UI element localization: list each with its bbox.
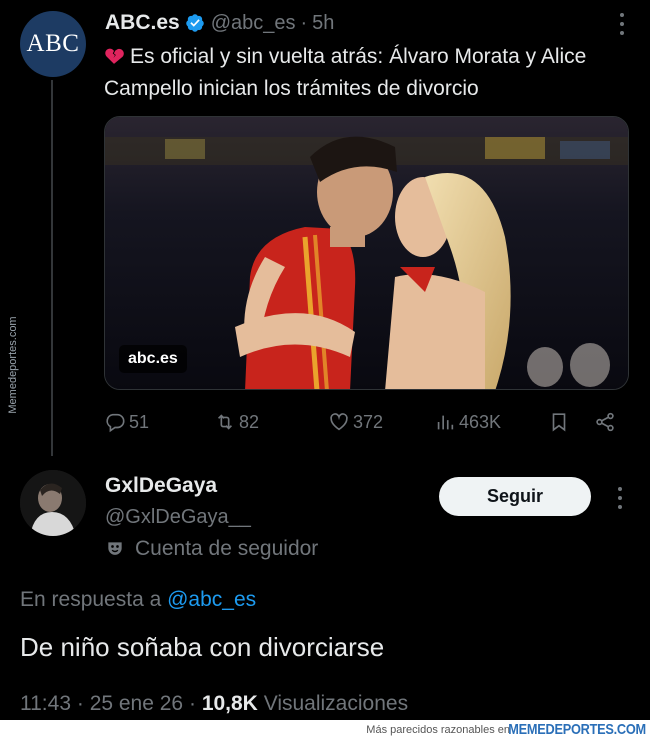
tweet-text: Es oficial y sin vuelta atrás: Álvaro Mo… xyxy=(104,41,634,105)
broken-heart-icon xyxy=(105,48,124,64)
reply-count: 51 xyxy=(129,411,150,432)
reply-author-handle[interactable]: @GxlDeGaya__ xyxy=(105,506,251,529)
tweet-actions: 51 82 372 463K xyxy=(104,405,624,439)
retweet-count: 82 xyxy=(239,411,260,432)
side-watermark-text: Memedeportes.com xyxy=(7,316,19,414)
views-count: 463K xyxy=(459,411,502,432)
tweet-media-image[interactable]: abc.es xyxy=(104,116,629,390)
retweet-action[interactable]: 82 xyxy=(214,405,259,439)
meta-dot: · xyxy=(76,692,84,715)
reply-context: En respuesta a @abc_es xyxy=(20,588,256,612)
reply-views-label: Visualizaciones xyxy=(263,692,409,715)
author-handle[interactable]: @abc_es xyxy=(211,12,296,35)
reply-meta: 11:43 · 25 ene 26 · 10,8K Visualizacione… xyxy=(20,692,408,716)
user-avatar[interactable] xyxy=(20,470,86,536)
views-chart-icon xyxy=(437,415,454,430)
follower-account-row: Cuenta de seguidor xyxy=(105,537,318,561)
heart-icon xyxy=(330,413,348,431)
footer-watermark-bar: Más parecidos razonables en MEMEDEPORTES… xyxy=(0,720,650,740)
views-action[interactable]: 463K xyxy=(434,405,501,439)
reply-date[interactable]: 25 ene 26 xyxy=(90,692,183,715)
share-action[interactable] xyxy=(594,405,619,439)
reply-text: De niño soñaba con divorciarse xyxy=(20,632,385,662)
follower-account-label: Cuenta de seguidor xyxy=(135,537,319,560)
reply-author-name[interactable]: GxlDeGaya xyxy=(105,474,217,498)
share-icon xyxy=(596,412,614,432)
header-separator: · xyxy=(300,11,308,34)
more-options-icon[interactable] xyxy=(620,13,626,35)
side-watermark: Memedeportes.com xyxy=(2,300,24,430)
author-name[interactable]: ABC.es xyxy=(105,11,180,35)
tweet-header: ABC.es @abc_es · 5h xyxy=(105,8,334,38)
reply-to-link[interactable]: @abc_es xyxy=(167,588,256,611)
tweet-body: Es oficial y sin vuelta atrás: Álvaro Mo… xyxy=(104,45,587,100)
bookmark-icon xyxy=(552,413,566,432)
media-source-label: abc.es xyxy=(119,345,187,373)
like-count: 372 xyxy=(353,411,384,432)
reply-prefix: En respuesta a xyxy=(20,588,162,611)
bookmark-action[interactable] xyxy=(548,405,573,439)
retweet-icon xyxy=(217,414,233,430)
reply-icon xyxy=(106,413,125,433)
theater-mask-icon xyxy=(108,542,122,555)
reply-views-count: 10,8K xyxy=(201,692,258,715)
meta-dot-2: · xyxy=(188,692,196,715)
reply-action[interactable]: 51 xyxy=(104,405,149,439)
like-action[interactable]: 372 xyxy=(328,405,383,439)
footer-tagline: Más parecidos razonables en xyxy=(366,724,510,736)
abc-avatar[interactable]: ABC xyxy=(20,11,86,77)
footer-brand: MEMEDEPORTES.COM xyxy=(508,721,646,738)
verified-badge-icon xyxy=(185,14,204,32)
follow-button[interactable]: Seguir xyxy=(439,477,591,516)
reply-time[interactable]: 11:43 xyxy=(20,692,71,715)
reply-more-options-icon[interactable] xyxy=(618,487,624,509)
thread-connector-line xyxy=(51,80,53,456)
tweet-time[interactable]: 5h xyxy=(312,12,334,35)
user-avatar-photo xyxy=(20,470,86,536)
abc-avatar-logo: ABC xyxy=(26,30,80,57)
